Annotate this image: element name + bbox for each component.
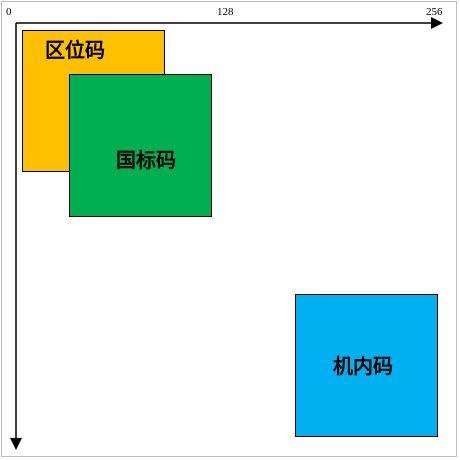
x-axis-tick-0: 0	[6, 6, 12, 18]
x-axis-tick-256: 256	[426, 6, 443, 18]
guobiao-code-label: 国标码	[116, 148, 176, 172]
guobiao-code-box: 国标码	[69, 74, 212, 217]
jinei-code-box: 机内码	[295, 294, 438, 437]
x-axis-tick-128: 128	[217, 6, 234, 18]
quwei-code-label: 区位码	[45, 38, 105, 62]
jinei-code-label: 机内码	[333, 354, 393, 378]
